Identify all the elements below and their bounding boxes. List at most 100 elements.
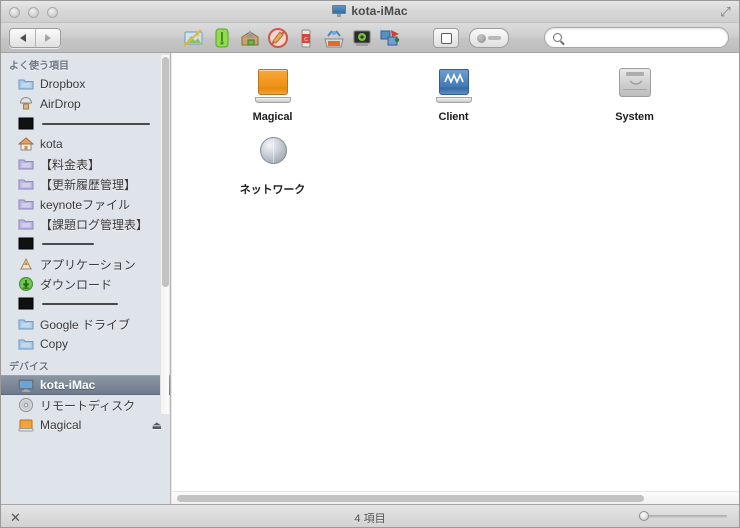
sidebar-item-リモートディスク[interactable]: リモートディスク (1, 395, 170, 415)
sidebar-item-kota[interactable]: kota (1, 134, 170, 154)
folder-icon (18, 216, 34, 232)
sidebar-separator-line (42, 243, 94, 245)
sidebar-separator-line (42, 123, 150, 125)
airdrop-icon (18, 96, 34, 112)
sidebar-item-Copy[interactable]: Copy (1, 334, 170, 354)
sidebar-item-separator-8[interactable] (1, 234, 170, 254)
sidebar-item-Dropbox[interactable]: Dropbox (1, 74, 170, 94)
horizontal-scrollbar[interactable] (172, 491, 739, 504)
icon-size-slider[interactable] (639, 511, 727, 521)
cleaner-can-icon[interactable]: C (295, 27, 317, 49)
back-button[interactable] (10, 29, 35, 47)
sidebar-item-【課題ログ管理表】[interactable]: 【課題ログ管理表】 (1, 214, 170, 234)
action-bar-icon (488, 36, 501, 40)
window-title: kota-iMac (351, 4, 408, 18)
network-drive-blue-icon (431, 63, 477, 107)
black-square-icon (18, 236, 34, 252)
folder-icon (18, 316, 34, 332)
file-item-label: Magical (252, 111, 293, 123)
sidebar-scrollbar[interactable] (160, 55, 169, 414)
sidebar-item-label: Magical (40, 418, 82, 432)
title-bar: kota-iMac ⤢ (1, 1, 739, 23)
sidebar: よく使う項目 Dropbox AirDrop kota 【料金表】【更新履歴管理】 key… (1, 53, 171, 504)
toolbar-app-icons: C (183, 27, 401, 49)
sidebar-item-label: アプリケーション (40, 257, 136, 272)
eject-icon[interactable]: ⏏ (152, 419, 162, 432)
folder-icon (18, 336, 34, 352)
video-app-icon[interactable] (351, 27, 373, 49)
action-toggle-button[interactable] (469, 28, 509, 48)
forward-button[interactable] (35, 29, 60, 47)
sidebar-item-label: 【料金表】 (40, 157, 101, 172)
disk-burn-app-icon[interactable] (267, 27, 289, 49)
toolbar: C (1, 23, 739, 53)
applications-icon (18, 256, 34, 272)
black-square-icon (18, 296, 34, 312)
sidebar-item-label: ダウンロード (40, 277, 113, 292)
sidebar-item-separator-2[interactable] (1, 114, 170, 134)
sidebar-item-label: AirDrop (40, 97, 81, 111)
external-drive-icon (18, 417, 34, 433)
green-drive-app-icon[interactable] (211, 27, 233, 49)
sidebar-scrollbar-thumb[interactable] (162, 57, 169, 287)
file-item-label: System (615, 111, 654, 123)
preview-app-icon[interactable] (183, 27, 205, 49)
sidebar-list: よく使う項目 Dropbox AirDrop kota 【料金表】【更新履歴管理】 key… (1, 53, 170, 435)
folder-icon (18, 196, 34, 212)
file-item[interactable]: Client (363, 59, 544, 129)
downloads-icon (18, 276, 34, 292)
sidebar-item-keynoteファイル[interactable]: keynoteファイル (1, 194, 170, 214)
search-input[interactable] (567, 31, 717, 44)
network-tool-icon[interactable] (379, 27, 401, 49)
file-list-area[interactable]: Magical Client System ネットワーク (172, 53, 739, 504)
sidebar-item-label: リモートディスク (40, 398, 136, 413)
home-icon (17, 136, 35, 152)
imac-display-icon (332, 5, 347, 17)
file-item[interactable]: ネットワーク (182, 129, 363, 199)
slider-track (639, 515, 727, 518)
action-knob-icon (477, 33, 486, 43)
search-field[interactable] (544, 27, 729, 48)
sidebar-item-【料金表】[interactable]: 【料金表】 (1, 154, 170, 174)
sidebar-item-label: kota (40, 137, 63, 151)
svg-text:C: C (304, 37, 308, 43)
scanner-app-icon[interactable] (323, 27, 345, 49)
sidebar-item-AirDrop[interactable]: AirDrop (1, 94, 170, 114)
sidebar-item-label: keynoteファイル (40, 197, 131, 212)
sidebar-group-title: よく使う項目 (9, 61, 69, 72)
file-item-label: ネットワーク (239, 184, 306, 196)
black-square-icon (18, 116, 34, 132)
search-icon (553, 33, 562, 42)
imac-display-icon (18, 377, 34, 393)
file-item-label: Client (438, 111, 469, 123)
horizontal-scrollbar-thumb[interactable] (177, 495, 644, 502)
slider-knob[interactable] (639, 511, 649, 521)
sidebar-item-label: 【更新履歴管理】 (40, 177, 137, 192)
folder-icon (18, 76, 34, 92)
sidebar-item-label: 【課題ログ管理表】 (40, 217, 149, 232)
file-item[interactable]: Magical (182, 59, 363, 129)
sidebar-separator-line (42, 303, 118, 305)
sidebar-item-ダウンロード[interactable]: ダウンロード (1, 274, 170, 294)
sidebar-item-separator-11[interactable] (1, 294, 170, 314)
view-mode-button[interactable] (433, 28, 459, 48)
unarchiver-app-icon[interactable] (239, 27, 261, 49)
window-title-area: kota-iMac (1, 4, 739, 18)
internal-hard-drive-icon (612, 63, 658, 107)
sidebar-group-title: デバイス (9, 362, 49, 373)
finder-window: kota-iMac ⤢ C よく使う項目 Dropbox AirDrop kot… (0, 0, 740, 528)
fullscreen-icon[interactable]: ⤢ (719, 5, 732, 18)
icon-grid: Magical Client System ネットワーク (172, 59, 739, 199)
sidebar-item-【更新履歴管理】[interactable]: 【更新履歴管理】 (1, 174, 170, 194)
sidebar-item-label: Copy (40, 337, 69, 351)
sidebar-item-kota-iMac[interactable]: kota-iMac (1, 375, 170, 395)
sidebar-item-アプリケーション[interactable]: アプリケーション (1, 254, 170, 274)
sidebar-item-label: kota-iMac (40, 378, 96, 392)
file-item[interactable]: System (544, 59, 725, 129)
sidebar-item-Google ドライブ[interactable]: Google ドライブ (1, 314, 170, 334)
item-count-label: 4 項目 (354, 513, 386, 525)
sidebar-item-label: Dropbox (40, 77, 86, 91)
sidebar-item-Magical[interactable]: Magical ⏏ (1, 415, 170, 435)
navigation-segmented-control (9, 28, 61, 48)
remote-disc-icon (18, 397, 34, 413)
